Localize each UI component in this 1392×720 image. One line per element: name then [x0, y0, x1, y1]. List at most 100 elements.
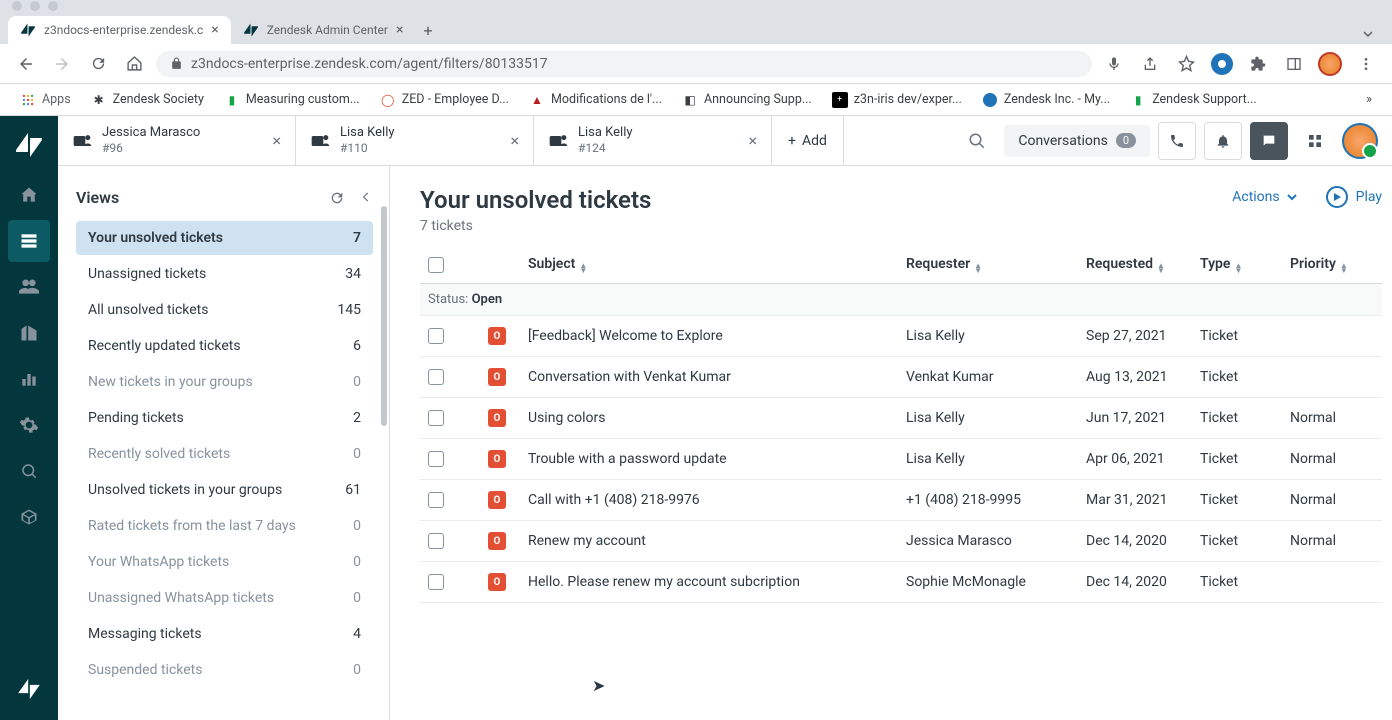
bookmark-icon [982, 92, 998, 108]
chevron-down-icon[interactable] [1352, 24, 1384, 44]
traffic-light-close[interactable] [12, 1, 22, 11]
refresh-icon[interactable] [329, 190, 345, 206]
row-checkbox[interactable] [428, 328, 444, 344]
close-icon[interactable]: × [748, 131, 757, 150]
talk-button[interactable] [1158, 122, 1196, 160]
close-icon[interactable]: × [510, 131, 519, 150]
row-checkbox[interactable] [428, 574, 444, 590]
row-checkbox[interactable] [428, 492, 444, 508]
scrollbar-thumb[interactable] [381, 206, 387, 426]
bookmark[interactable]: ✱Zendesk Society [83, 88, 212, 112]
bookmark[interactable]: ◧Announcing Supp... [674, 88, 820, 112]
table-row[interactable]: O Using colors Lisa Kelly Jun 17, 2021 T… [420, 398, 1382, 439]
bookmark[interactable]: ▮Zendesk Support... [1122, 88, 1264, 112]
traffic-light-zoom[interactable] [48, 1, 58, 11]
apps-button[interactable] [1296, 122, 1334, 160]
table-row[interactable]: O Conversation with Venkat Kumar Venkat … [420, 357, 1382, 398]
forward-button[interactable] [48, 50, 76, 78]
view-item[interactable]: Recently updated tickets6 [76, 329, 373, 363]
zendesk-products[interactable] [8, 668, 50, 710]
star-icon[interactable] [1172, 50, 1200, 78]
nav-views[interactable] [8, 220, 50, 262]
nav-home[interactable] [8, 174, 50, 216]
select-all-checkbox[interactable] [428, 257, 444, 273]
table-row[interactable]: O Hello. Please renew my account subcrip… [420, 562, 1382, 603]
puzzle-icon[interactable] [1244, 50, 1272, 78]
search-button[interactable] [958, 122, 996, 160]
zendesk-logo[interactable] [8, 124, 50, 166]
column-priority[interactable]: Priority▲▼ [1290, 256, 1374, 273]
bookmark[interactable]: ◯ZED - Employee D... [372, 88, 517, 112]
row-checkbox[interactable] [428, 410, 444, 426]
notifications-button[interactable] [1204, 122, 1242, 160]
column-requester[interactable]: Requester▲▼ [906, 256, 1086, 273]
row-checkbox[interactable] [428, 369, 444, 385]
browser-tab[interactable]: z3ndocs-enterprise.zendesk.c × [8, 16, 231, 44]
close-icon[interactable]: × [211, 22, 218, 38]
new-tab-button[interactable]: + [415, 17, 440, 44]
play-button[interactable]: Play [1326, 186, 1382, 208]
nav-organizations[interactable] [8, 312, 50, 354]
nav-reporting[interactable] [8, 358, 50, 400]
view-item[interactable]: New tickets in your groups0 [76, 365, 373, 399]
bookmark[interactable]: Zendesk Inc. - My... [974, 88, 1118, 112]
bookmarks-overflow[interactable]: » [1358, 88, 1380, 111]
row-checkbox[interactable] [428, 451, 444, 467]
close-icon[interactable]: × [272, 131, 281, 150]
table-header: Subject▲▼ Requester▲▼ Requested▲▼ Type▲▼… [420, 246, 1382, 284]
view-item[interactable]: Recently solved tickets0 [76, 437, 373, 471]
view-item[interactable]: Messaging tickets4 [76, 617, 373, 651]
profile-avatar[interactable] [1316, 50, 1344, 78]
conversations-button[interactable]: Conversations 0 [1004, 125, 1150, 157]
table-row[interactable]: O Trouble with a password update Lisa Ke… [420, 439, 1382, 480]
nav-customers[interactable] [8, 266, 50, 308]
agent-avatar[interactable] [1342, 123, 1378, 159]
apps-bookmark[interactable]: Apps [12, 88, 79, 112]
kebab-icon[interactable] [1352, 50, 1380, 78]
view-item[interactable]: Pending tickets2 [76, 401, 373, 435]
share-icon[interactable] [1136, 50, 1164, 78]
add-tab-button[interactable]: +Add [772, 116, 844, 165]
column-subject[interactable]: Subject▲▼ [528, 256, 906, 273]
view-item[interactable]: All unsolved tickets145 [76, 293, 373, 327]
url-bar[interactable]: z3ndocs-enterprise.zendesk.com/agent/fil… [156, 51, 1092, 77]
nav-admin[interactable] [8, 404, 50, 446]
ticket-tab[interactable]: Lisa Kelly#124 × [534, 116, 772, 165]
chevron-down-icon [1286, 191, 1298, 203]
ticket-tab[interactable]: Jessica Marasco#96 × [58, 116, 296, 165]
panel-icon[interactable] [1280, 50, 1308, 78]
home-button[interactable] [120, 50, 148, 78]
microphone-icon[interactable] [1100, 50, 1128, 78]
view-item[interactable]: Suspended tickets0 [76, 653, 373, 687]
collapse-icon[interactable] [359, 190, 373, 206]
view-item[interactable]: Your unsolved tickets7 [76, 221, 373, 255]
chat-button[interactable] [1250, 122, 1288, 160]
reload-button[interactable] [84, 50, 112, 78]
column-type[interactable]: Type▲▼ [1200, 256, 1290, 273]
actions-dropdown[interactable]: Actions [1232, 189, 1297, 205]
view-item[interactable]: Unassigned WhatsApp tickets0 [76, 581, 373, 615]
ticket-tab[interactable]: Lisa Kelly#110 × [296, 116, 534, 165]
table-row[interactable]: O [Feedback] Welcome to Explore Lisa Kel… [420, 316, 1382, 357]
view-item[interactable]: Unassigned tickets34 [76, 257, 373, 291]
close-icon[interactable]: × [396, 22, 403, 38]
traffic-light-minimize[interactable] [30, 1, 40, 11]
row-checkbox[interactable] [428, 533, 444, 549]
bookmark[interactable]: ▲Modifications de l'... [521, 88, 670, 112]
view-item[interactable]: Your WhatsApp tickets0 [76, 545, 373, 579]
table-row[interactable]: O Call with +1 (408) 218-9976 +1 (408) 2… [420, 480, 1382, 521]
table-row[interactable]: O Renew my account Jessica Marasco Dec 1… [420, 521, 1382, 562]
ticket-priority: Normal [1290, 410, 1374, 426]
view-count: 34 [345, 266, 361, 282]
nav-item[interactable] [8, 450, 50, 492]
view-item[interactable]: Rated tickets from the last 7 days0 [76, 509, 373, 543]
nav-item[interactable] [8, 496, 50, 538]
column-requested[interactable]: Requested▲▼ [1086, 256, 1200, 273]
bookmark[interactable]: ▮Measuring custom... [216, 88, 368, 112]
browser-tab[interactable]: Zendesk Admin Center × [231, 16, 416, 44]
status-badge: O [488, 573, 506, 591]
extension-icon[interactable] [1208, 50, 1236, 78]
back-button[interactable] [12, 50, 40, 78]
bookmark[interactable]: +z3n-iris dev/exper... [824, 88, 970, 112]
view-item[interactable]: Unsolved tickets in your groups61 [76, 473, 373, 507]
